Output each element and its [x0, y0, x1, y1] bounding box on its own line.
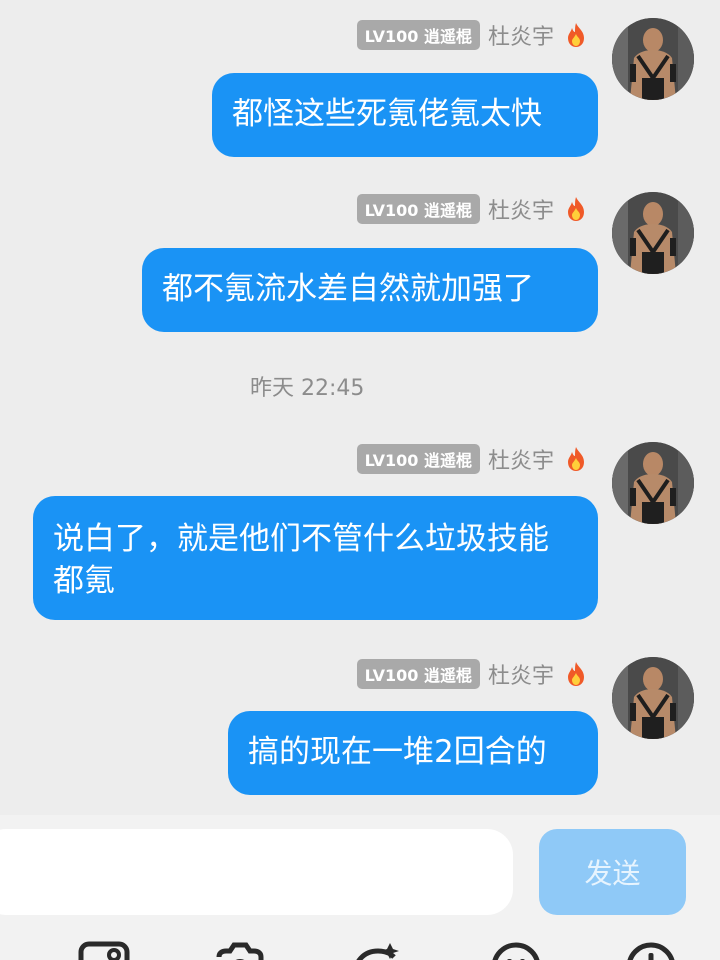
message-header: LV100 逍遥棍 杜炎宇	[356, 192, 588, 226]
sender-name[interactable]: 杜炎宇	[488, 443, 554, 475]
plus-icon[interactable]	[625, 941, 677, 960]
fire-icon	[568, 662, 584, 686]
avatar-image	[612, 18, 694, 100]
chat-message: LV100 逍遥棍 杜炎宇	[0, 442, 720, 622]
camera-icon[interactable]	[214, 941, 266, 960]
message-bubble[interactable]: 搞的现在一堆2回合的	[228, 711, 598, 795]
level-badge: LV100 逍遥棍	[356, 659, 480, 689]
message-bubble[interactable]: 说白了，就是他们不管什么垃圾技能都氪	[33, 496, 598, 620]
message-header: LV100 逍遥棍 杜炎宇	[356, 18, 588, 52]
message-header: LV100 逍遥棍 杜炎宇	[356, 442, 588, 476]
fire-icon	[568, 197, 584, 221]
sender-name[interactable]: 杜炎宇	[488, 193, 554, 225]
message-bubble[interactable]: 都怪这些死氪佬氪太快	[212, 73, 598, 157]
message-input-bar: 发送	[0, 815, 720, 960]
avatar[interactable]	[612, 192, 694, 274]
avatar[interactable]	[612, 442, 694, 524]
avatar-image	[612, 657, 694, 739]
avatar[interactable]	[612, 18, 694, 100]
emoji-icon[interactable]	[490, 941, 542, 960]
avatar-image	[612, 442, 694, 524]
chat-message: LV100 逍遥棍 杜炎宇	[0, 657, 720, 807]
level-badge: LV100 逍遥棍	[356, 194, 480, 224]
avatar[interactable]	[612, 657, 694, 739]
level-badge: LV100 逍遥棍	[356, 444, 480, 474]
sender-name[interactable]: 杜炎宇	[488, 19, 554, 51]
sticker-icon[interactable]	[350, 941, 402, 960]
avatar-image	[612, 192, 694, 274]
level-badge: LV100 逍遥棍	[356, 20, 480, 50]
fire-icon	[568, 23, 584, 47]
chat-message: LV100 逍遥棍 杜炎宇	[0, 192, 720, 342]
message-timestamp: 昨天 22:45	[250, 376, 365, 401]
message-bubble[interactable]: 都不氪流水差自然就加强了	[142, 248, 598, 332]
message-header: LV100 逍遥棍 杜炎宇	[356, 657, 588, 691]
fire-icon	[568, 447, 584, 471]
chat-message: LV100 逍遥棍 杜炎宇	[0, 18, 720, 168]
sender-name[interactable]: 杜炎宇	[488, 658, 554, 690]
image-icon[interactable]	[78, 941, 130, 960]
chat-screen: LV100 逍遥棍 杜炎宇 都怪这些死氪佬氪太快 LV100 逍遥棍 杜炎宇 都…	[0, 0, 720, 960]
message-list[interactable]: LV100 逍遥棍 杜炎宇 都怪这些死氪佬氪太快 LV100 逍遥棍 杜炎宇 都…	[0, 0, 720, 815]
message-input[interactable]	[0, 829, 513, 915]
send-button[interactable]: 发送	[539, 829, 686, 915]
